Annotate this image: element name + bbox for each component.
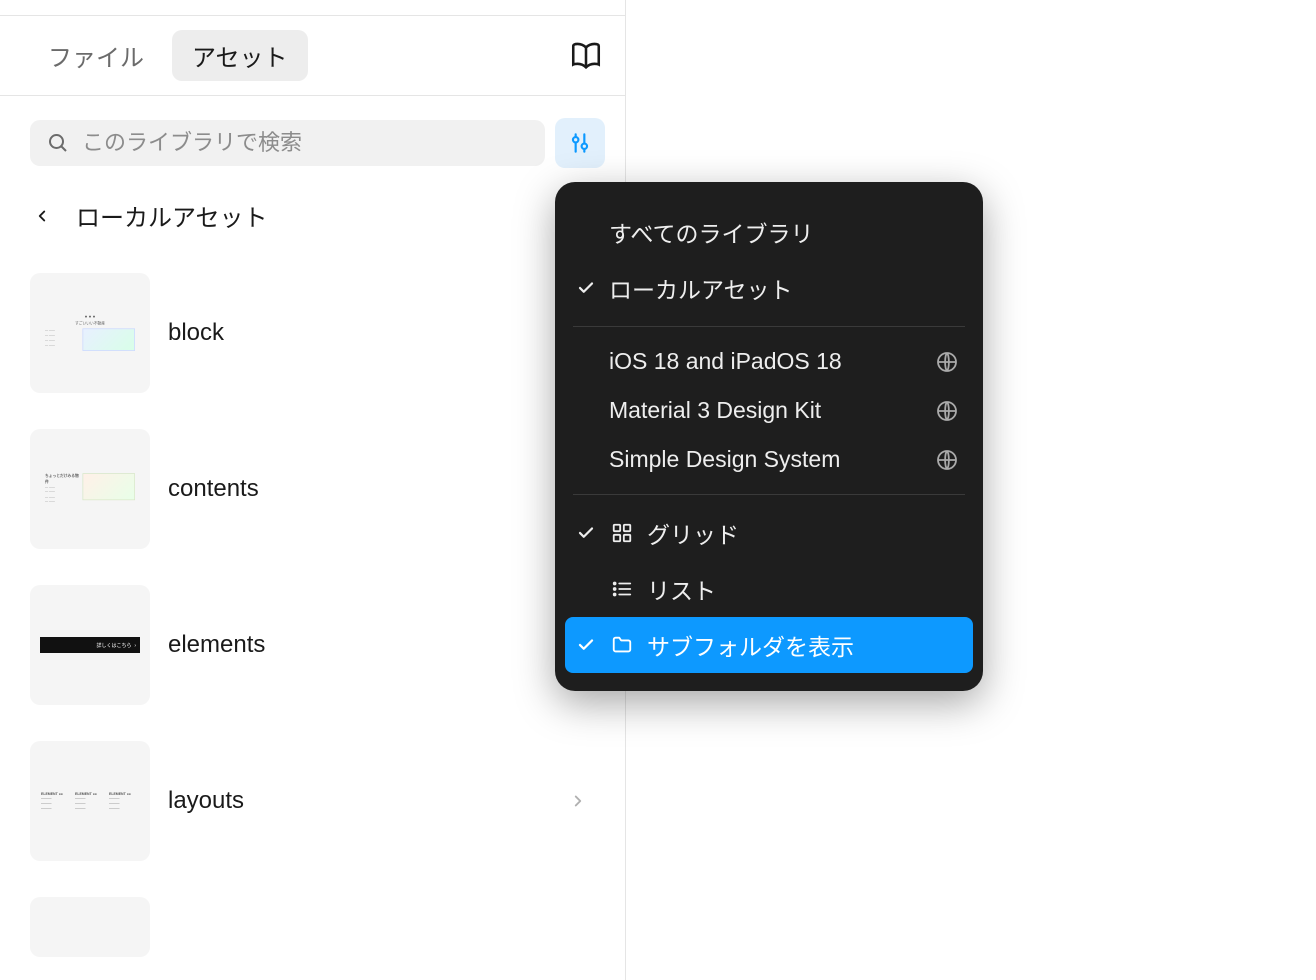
asset-list: ● ● ● すごいいい不動産 — ——— ——— ——— —— block ちょ… xyxy=(0,251,625,980)
asset-thumb: ELEMENT ●●————————— ELEMENT ●●————————— … xyxy=(30,741,150,861)
tab-file[interactable]: ファイル xyxy=(28,30,164,81)
asset-item-placeholder[interactable] xyxy=(30,879,595,975)
library-icon[interactable] xyxy=(569,39,603,73)
grid-icon xyxy=(609,522,635,544)
assets-panel: ファイル アセット xyxy=(0,0,626,980)
folder-icon xyxy=(609,634,635,656)
asset-label: block xyxy=(168,319,595,347)
popover-item-grid[interactable]: グリッド xyxy=(555,505,983,561)
asset-item-block[interactable]: ● ● ● すごいいい不動産 — ——— ——— ——— —— block xyxy=(30,255,595,411)
check-icon xyxy=(575,524,597,542)
list-icon xyxy=(609,578,635,600)
check-icon xyxy=(575,279,597,297)
filter-popover: すべてのライブラリ ローカルアセット iOS 18 and iPadOS 18 … xyxy=(555,182,983,691)
tabs-row: ファイル アセット xyxy=(0,16,625,96)
asset-thumb: ちょっとだけみる物件— ——— ——— ——— —— xyxy=(30,429,150,549)
popover-label: グリッド xyxy=(647,516,959,550)
popover-divider xyxy=(573,326,965,327)
asset-label: layouts xyxy=(168,787,551,815)
search-row xyxy=(0,96,625,180)
popover-divider xyxy=(573,494,965,495)
popover-item-list[interactable]: リスト xyxy=(555,561,983,617)
globe-icon xyxy=(935,448,959,472)
search-input[interactable] xyxy=(82,130,529,156)
popover-label: Material 3 Design Kit xyxy=(609,397,923,424)
popover-item-simple-design[interactable]: Simple Design System xyxy=(555,435,983,484)
asset-item-contents[interactable]: ちょっとだけみる物件— ——— ——— ——— —— contents xyxy=(30,411,595,567)
popover-label: Simple Design System xyxy=(609,446,923,473)
search-icon xyxy=(46,131,70,155)
popover-label: iOS 18 and iPadOS 18 xyxy=(609,348,923,375)
popover-label: サブフォルダを表示 xyxy=(647,628,959,662)
popover-item-subfolders[interactable]: サブフォルダを表示 xyxy=(565,617,973,673)
asset-item-elements[interactable]: 詳しくはこちら › elements xyxy=(30,567,595,723)
asset-thumb xyxy=(30,897,150,957)
breadcrumb-label: ローカルアセット xyxy=(76,198,268,233)
popover-label: ローカルアセット xyxy=(609,271,959,305)
breadcrumb: ローカルアセット xyxy=(0,180,625,251)
filter-button[interactable] xyxy=(555,118,605,168)
popover-label: すべてのライブラリ xyxy=(609,215,959,249)
popover-label: リスト xyxy=(647,572,959,606)
back-button[interactable] xyxy=(30,204,54,228)
globe-icon xyxy=(935,350,959,374)
popover-item-local-assets[interactable]: ローカルアセット xyxy=(555,260,983,316)
check-icon xyxy=(575,636,597,654)
search-box[interactable] xyxy=(30,120,545,166)
popover-item-material3[interactable]: Material 3 Design Kit xyxy=(555,386,983,435)
globe-icon xyxy=(935,399,959,423)
popover-item-ios18[interactable]: iOS 18 and iPadOS 18 xyxy=(555,337,983,386)
chevron-right-icon xyxy=(569,792,595,810)
top-strip xyxy=(0,0,625,16)
asset-label: elements xyxy=(168,631,595,659)
popover-item-all-libraries[interactable]: すべてのライブラリ xyxy=(555,204,983,260)
asset-thumb: ● ● ● すごいいい不動産 — ——— ——— ——— —— xyxy=(30,273,150,393)
asset-label: contents xyxy=(168,475,595,503)
tab-assets[interactable]: アセット xyxy=(172,30,308,81)
asset-item-layouts[interactable]: ELEMENT ●●————————— ELEMENT ●●————————— … xyxy=(30,723,595,879)
asset-thumb: 詳しくはこちら › xyxy=(30,585,150,705)
